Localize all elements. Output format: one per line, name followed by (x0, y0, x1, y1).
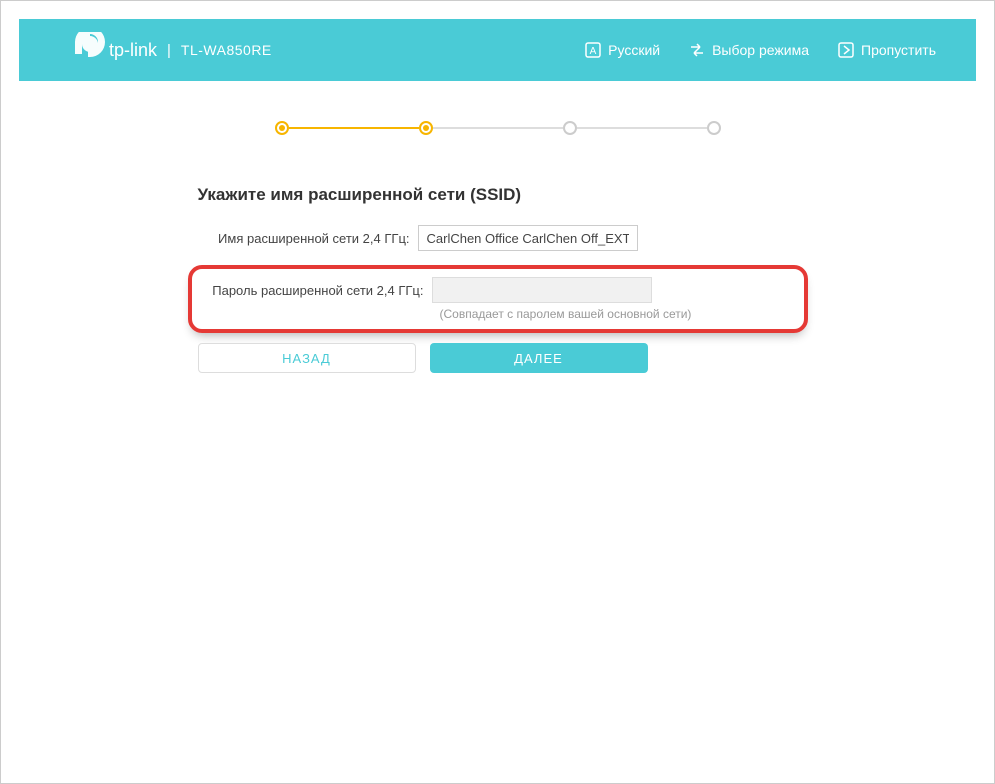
tp-link-logo-icon (69, 32, 105, 68)
form-area: Укажите имя расширенной сети (SSID) Имя … (188, 185, 808, 373)
skip-button[interactable]: Пропустить (837, 41, 936, 59)
mode-label: Выбор режима (712, 42, 809, 58)
wizard-stepper (41, 121, 954, 135)
language-icon: A (584, 41, 602, 59)
step-line-2-3 (433, 127, 563, 129)
step-3 (563, 121, 577, 135)
ssid-input[interactable] (418, 225, 638, 251)
content-panel: Укажите имя расширенной сети (SSID) Имя … (41, 81, 954, 373)
step-1 (275, 121, 289, 135)
back-button[interactable]: НАЗАД (198, 343, 416, 373)
mode-icon (688, 41, 706, 59)
password-hint: (Совпадает с паролем вашей основной сети… (440, 307, 794, 321)
ssid-label: Имя расширенной сети 2,4 ГГц: (188, 231, 418, 246)
language-selector[interactable]: A Русский (584, 41, 660, 59)
brand-block: tp-link | TL-WA850RE (69, 32, 272, 68)
step-line-1-2 (289, 127, 419, 129)
password-highlight: Пароль расширенной сети 2,4 ГГц: (Совпад… (188, 265, 808, 333)
brand-name: tp-link (109, 40, 157, 61)
header-actions: A Русский Выбор режима Пропустить (584, 41, 936, 59)
button-row: НАЗАД ДАЛЕЕ (188, 343, 808, 373)
password-row: Пароль расширенной сети 2,4 ГГц: (202, 277, 794, 303)
step-line-3-4 (577, 127, 707, 129)
skip-icon (837, 41, 855, 59)
mode-selector[interactable]: Выбор режима (688, 41, 809, 59)
section-title: Укажите имя расширенной сети (SSID) (188, 185, 808, 205)
language-label: Русский (608, 42, 660, 58)
device-model: TL-WA850RE (181, 42, 272, 58)
step-4 (707, 121, 721, 135)
app-header: tp-link | TL-WA850RE A Русский Выбор реж… (19, 19, 976, 81)
brand-separator: | (167, 42, 171, 59)
ssid-row: Имя расширенной сети 2,4 ГГц: (188, 225, 808, 251)
svg-text:A: A (590, 46, 597, 57)
next-button[interactable]: ДАЛЕЕ (430, 343, 648, 373)
password-input (432, 277, 652, 303)
step-2 (419, 121, 433, 135)
password-label: Пароль расширенной сети 2,4 ГГц: (202, 283, 432, 298)
skip-label: Пропустить (861, 42, 936, 58)
